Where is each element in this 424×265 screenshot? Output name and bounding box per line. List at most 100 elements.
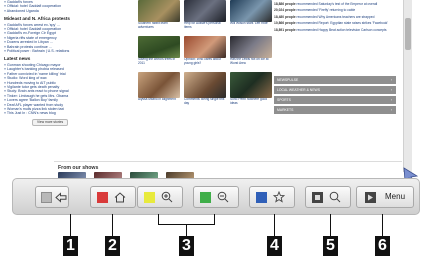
video-card[interactable]: Has the Lewis not on Ice at Worst Area bbox=[230, 36, 272, 70]
chevron-right-icon: › bbox=[390, 88, 392, 92]
recommend-count: 20,024 people bbox=[274, 8, 296, 13]
popular-item[interactable]: 18,480 people recommended Why Americans … bbox=[274, 15, 400, 19]
favorites-button[interactable] bbox=[249, 186, 295, 208]
recommend-count: 18,886 people bbox=[274, 2, 296, 6]
headline-link[interactable]: » Political poser : Bahrain | U.S. relat… bbox=[4, 49, 132, 53]
popular-item[interactable]: 20,024 people recommended 'Firefly' retu… bbox=[274, 8, 400, 12]
video-caption[interactable]: Southern rabbit learn adventures bbox=[138, 22, 180, 34]
video-thumbnail-grid: Southern rabbit learn adventures Help fo… bbox=[138, 0, 272, 112]
green-key-icon bbox=[200, 192, 211, 203]
callout-leader bbox=[330, 214, 331, 236]
blue-key-icon bbox=[256, 192, 267, 203]
callout-number-1: 1 bbox=[63, 236, 78, 256]
callout-bracket bbox=[214, 214, 215, 224]
from-our-shows-section: From our shows bbox=[54, 161, 402, 178]
web-page: » Gaddafi's forces » Official: hotel Gad… bbox=[2, 0, 402, 178]
video-thumbnail[interactable] bbox=[184, 72, 226, 98]
video-caption[interactable]: Saving the world's trees in 2011 bbox=[138, 58, 180, 70]
video-card[interactable]: Alyssa Milano in alignment bbox=[138, 72, 180, 110]
callout-leader bbox=[382, 214, 383, 236]
category-label: SPORTS bbox=[277, 98, 291, 102]
home-icon bbox=[114, 192, 126, 203]
stop-key-icon bbox=[312, 192, 323, 203]
recommend-count: 18,480 people bbox=[274, 14, 296, 19]
video-card[interactable]: Southern rabbit learn adventures bbox=[138, 0, 180, 34]
red-key-icon bbox=[97, 192, 108, 203]
video-thumbnail[interactable] bbox=[184, 36, 226, 58]
chevron-right-icon: › bbox=[390, 78, 392, 82]
video-caption[interactable]: Soho Perth nowhere good ideas bbox=[230, 98, 272, 110]
menu-button[interactable]: Menu bbox=[356, 186, 414, 208]
yellow-key-icon bbox=[144, 192, 155, 203]
callout-leader bbox=[112, 214, 113, 236]
category-bar-markets[interactable]: MARKETS › bbox=[274, 106, 396, 114]
search-button[interactable] bbox=[305, 186, 351, 208]
back-button[interactable] bbox=[35, 186, 69, 208]
section-heading-latest: Latest news bbox=[4, 56, 31, 62]
star-icon bbox=[273, 191, 285, 203]
video-thumbnail[interactable] bbox=[138, 0, 180, 22]
category-bar-weather[interactable]: LOCAL WEATHER & NEWS › bbox=[274, 86, 396, 94]
zoom-out-button[interactable] bbox=[193, 186, 239, 208]
popular-text[interactable]: recommended Why Americans teachers are s… bbox=[297, 15, 375, 19]
vertical-scrollbar[interactable] bbox=[403, 0, 412, 172]
zoom-in-button[interactable] bbox=[137, 186, 183, 208]
popular-text[interactable]: recommended Saturday's test of the Emper… bbox=[297, 2, 378, 6]
popular-text[interactable]: recommended 'Firefly' returning to cable bbox=[297, 8, 356, 12]
video-thumbnail[interactable] bbox=[230, 36, 272, 58]
play-key-icon bbox=[365, 192, 376, 203]
popular-text[interactable]: recommended Report: Egyptian state raise… bbox=[297, 21, 388, 25]
zoom-out-icon bbox=[217, 191, 229, 203]
chevron-right-icon: › bbox=[390, 108, 392, 112]
browser-control-bar: Menu bbox=[12, 178, 420, 215]
video-thumbnail[interactable] bbox=[138, 72, 180, 98]
category-label: NEWSPULSE bbox=[277, 78, 299, 82]
recommend-count: 10,866 people bbox=[274, 21, 296, 26]
callout-number-5: 5 bbox=[323, 236, 338, 256]
play-icon bbox=[368, 194, 373, 201]
video-thumbnail[interactable] bbox=[184, 0, 226, 22]
headline-link[interactable]: » This Just In : CNN's news blog bbox=[4, 111, 132, 115]
category-label: MARKETS bbox=[277, 108, 294, 112]
recommend-count: 18,891 people bbox=[274, 27, 296, 32]
callout-number-2: 2 bbox=[105, 236, 120, 256]
video-card[interactable]: Comments: Being single this day bbox=[184, 72, 226, 110]
video-thumbnail[interactable] bbox=[230, 0, 272, 22]
category-bar-sports[interactable]: SPORTS › bbox=[274, 96, 396, 104]
gray-key-icon bbox=[41, 192, 52, 203]
video-caption[interactable]: Alyssa Milano in alignment bbox=[138, 98, 180, 110]
video-caption[interactable]: Comments: Being single this day bbox=[184, 98, 226, 110]
video-card[interactable]: Opinion: Who cares about young girls? bbox=[184, 36, 226, 70]
video-caption[interactable]: Help for Aussie's personal items bbox=[184, 22, 226, 34]
video-thumbnail[interactable] bbox=[230, 72, 272, 98]
popular-item[interactable]: 18,886 people recommended Saturday's tes… bbox=[274, 2, 400, 6]
video-thumbnail[interactable] bbox=[138, 36, 180, 58]
video-card[interactable]: Soho Perth nowhere good ideas bbox=[230, 72, 272, 110]
category-label: LOCAL WEATHER & NEWS bbox=[277, 88, 320, 92]
popular-item[interactable]: 18,891 people recommended Happy Beat act… bbox=[274, 28, 400, 32]
video-caption[interactable]: Opinion: Who cares about young girls? bbox=[184, 58, 226, 70]
video-caption[interactable]: Has the Lewis not on Ice at Worst Area bbox=[230, 58, 272, 70]
home-button[interactable] bbox=[90, 186, 136, 208]
video-card[interactable]: Will Wilson stars 'Left Ride' bbox=[230, 0, 272, 34]
news-list-column: » Gaddafi's forces » Official: hotel Gad… bbox=[4, 0, 132, 150]
most-popular-column: 18,886 people recommended Saturday's tes… bbox=[274, 0, 400, 150]
scrollbar-thumb[interactable] bbox=[405, 18, 411, 50]
video-card[interactable]: Help for Aussie's personal items bbox=[184, 0, 226, 34]
video-card[interactable]: Saving the world's trees in 2011 bbox=[138, 36, 180, 70]
callout-number-6: 6 bbox=[375, 236, 390, 256]
video-caption[interactable]: Will Wilson stars 'Left Ride' bbox=[230, 22, 272, 34]
popular-text[interactable]: recommended Happy Beat action television… bbox=[297, 28, 387, 32]
view-more-stories-button[interactable]: View more stories bbox=[32, 118, 69, 126]
chevron-right-icon: › bbox=[390, 98, 392, 102]
back-arrow-icon bbox=[55, 192, 67, 203]
category-bar-newspulse[interactable]: NEWSPULSE › bbox=[274, 76, 396, 84]
zoom-in-icon bbox=[161, 191, 173, 203]
menu-label: Menu bbox=[385, 192, 406, 201]
callout-bracket bbox=[158, 214, 159, 224]
callout-number-4: 4 bbox=[267, 236, 282, 256]
popular-item[interactable]: 10,866 people recommended Report: Egypti… bbox=[274, 21, 400, 25]
section-heading-shows: From our shows bbox=[58, 165, 99, 171]
callout-bracket bbox=[186, 224, 187, 236]
headline-link[interactable]: » Abandoned Uganda bbox=[4, 9, 132, 13]
